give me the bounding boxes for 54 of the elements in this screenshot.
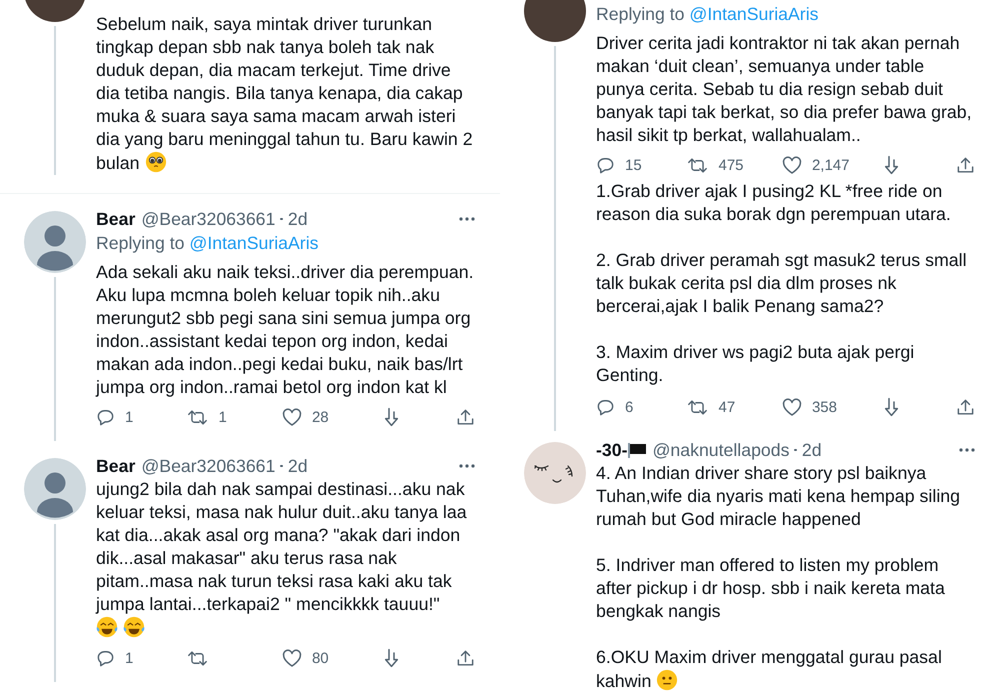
like-button[interactable]: 358	[782, 397, 884, 417]
user-name[interactable]: -30-	[596, 438, 628, 462]
like-button[interactable]: 28	[282, 407, 384, 427]
heart-icon	[782, 156, 802, 174]
share-button[interactable]	[956, 155, 975, 175]
tweet-text: 4. An Indian driver share story psl baiknya Tuhan,wife dia nyaris mati kena hempap siling rumah but God miracle happened 5. Indriver man offered to listen my problem after pickup i dr hosp. sbb i naik kereta mata bengkak nangis 6.OKU Maxim driver menggatal gurau pasal kahwin	[596, 463, 960, 691]
more-icon[interactable]	[959, 448, 975, 452]
tweet-text: Sebelum naik, saya mintak driver turunkan tingkap depan sbb nak tanya boleh tak nak duduk depan, dia macam terkejut. Time drive dia tetiba nangis. Bila tanya kenapa, dia cakap muka & suara saya sama macam arwah isteri dia yang baru meninggal tahun tu. Baru kawin 2 bulan	[96, 14, 473, 173]
separator-dot-icon	[280, 464, 283, 468]
reply-icon	[96, 648, 115, 668]
tweet-text: ujung2 bila dah nak sampai destinasi...aku nak keluar teksi, masa nak hulur duit..aku tanya laa kat dia...akak asal org mana? "akak dari indon dik...asal makasar" aku terus rasa nak pitam..masa nak turun teksi rasa kaki aku tak jumpa lantai...terkapai2 " mencikkkk tauuu!"	[96, 479, 467, 614]
tweet-time[interactable]: 2d	[288, 208, 308, 230]
retweet-button[interactable]: 47	[687, 397, 782, 417]
heart-icon	[282, 408, 302, 426]
reply-button[interactable]: 1	[96, 648, 188, 668]
reply-icon	[96, 408, 115, 426]
reply-button[interactable]: 1	[96, 407, 188, 427]
tweet-text: Ada sekali aku naik teksi..driver dia perempuan. Aku lupa mcmna boleh keluar topik nih..aku merungut2 sbb pegi sana sini semua jumpa org indon..assistant kedai tepon org indon, kedai makan ada indon..pegi kedai buku, naik bas/lrt jumpa org indon..ramai betol org indon kat kl	[96, 262, 474, 397]
like-button[interactable]: 80	[282, 648, 384, 668]
user-name[interactable]: Bear	[96, 208, 136, 230]
user-handle[interactable]: @Bear32063661	[141, 454, 276, 478]
share-button[interactable]	[956, 397, 975, 417]
user-name[interactable]: Bear	[96, 454, 136, 478]
user-handle[interactable]: @Bear32063661	[141, 208, 276, 230]
tweet-time[interactable]: 2d	[288, 454, 308, 478]
share-icon	[956, 398, 975, 416]
separator-dot-icon	[280, 218, 283, 220]
tweet-time[interactable]: 2d	[802, 438, 822, 462]
more-icon[interactable]	[459, 217, 475, 221]
retweet-button[interactable]: 1	[187, 407, 282, 427]
retweet-icon	[187, 648, 208, 668]
retweet-button[interactable]: 475	[687, 155, 782, 175]
reply-button[interactable]: 15	[596, 155, 688, 175]
share-icon	[956, 156, 975, 174]
share-icon	[456, 408, 475, 426]
share-icon	[456, 648, 475, 668]
reply-button[interactable]: 6	[596, 397, 688, 417]
tweet-text: 1.Grab driver ajak I pusing2 KL *free ride on reason dia suka borak dgn perempuan utara. 2. Grab driver peramah sgt masuk2 terus small talk bukak cerita psl dia dlm proses nk bercerai,ajak I balik Penang sama2? 3. Maxim driver ws pagi2 buta ajak pergi Genting.	[596, 181, 967, 385]
heart-icon	[282, 648, 302, 668]
tweet-text: Driver cerita jadi kontraktor ni tak akan pernah makan ‘duit clean’, semuanya under table punya cerita. Sebab tu dia resign sebab duit banyak tapi tak berkat, so dia prefer bawa grab, hasil sikit tp berkat, wallahualam..	[596, 33, 972, 145]
retweet-icon	[687, 156, 708, 174]
more-icon[interactable]	[459, 464, 475, 468]
replying-label: Replying to	[96, 233, 184, 253]
share-button[interactable]	[456, 407, 475, 427]
retweet-icon	[187, 408, 208, 426]
heart-icon	[782, 398, 802, 416]
replying-label: Replying to	[596, 4, 684, 24]
retweet-icon	[687, 398, 708, 416]
separator-dot-icon	[794, 448, 797, 452]
share-button[interactable]	[456, 648, 475, 668]
like-button[interactable]: 2,147	[782, 155, 884, 175]
reply-icon	[596, 398, 615, 416]
user-handle[interactable]: @naknutellapods	[652, 438, 790, 462]
reply-icon	[596, 156, 615, 174]
